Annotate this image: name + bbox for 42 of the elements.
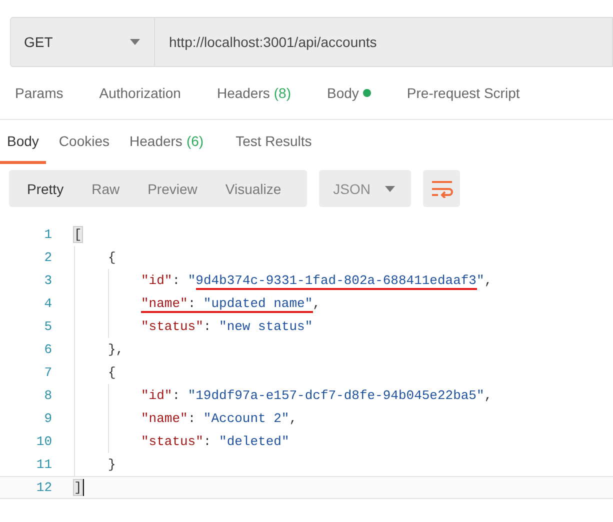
request-tab[interactable]: Authorization [99, 85, 181, 101]
line-number: 4 [43, 296, 52, 311]
line-number: 12 [35, 480, 52, 495]
code-line: "id": "19ddf97a-e157-dcf7-d8fe-94b045e22ba5", [141, 388, 492, 403]
caret-icon [130, 39, 140, 45]
code-line: "name": "Account 2", [141, 411, 298, 426]
wrap-lines-icon [430, 180, 453, 198]
line-number: 3 [43, 273, 52, 288]
line-number: 1 [43, 227, 52, 242]
request-tab[interactable]: Headers (8) [216, 85, 291, 101]
line-number: 6 [43, 342, 52, 357]
response-tab[interactable]: Test Results [228, 120, 319, 164]
code-line: { [108, 365, 116, 380]
code-line: "id": "9d4b374c-9331-1fad-802a-688411edaaf3", [141, 273, 492, 288]
view-mode-tab[interactable]: Visualize [215, 170, 300, 207]
view-mode-tab[interactable]: Preview [138, 170, 216, 207]
line-number: 7 [43, 365, 52, 380]
line-number: 5 [43, 319, 52, 334]
line-number: 9 [43, 411, 52, 426]
code-line: } [108, 457, 116, 472]
response-tab[interactable]: Headers (6) [122, 120, 211, 164]
line-number: 11 [35, 457, 52, 472]
line-number: 8 [43, 388, 52, 403]
code-line: "status": "new status" [141, 319, 313, 334]
view-mode-tab[interactable]: Pretty [17, 170, 82, 207]
request-tab[interactable]: Params [15, 85, 64, 101]
caret-icon [385, 186, 396, 192]
url-field[interactable]: http://localhost:3001/api/accounts [154, 17, 613, 67]
response-tab[interactable]: Body [0, 120, 46, 164]
code-line: { [108, 250, 116, 265]
request-tab[interactable]: Body [327, 85, 371, 101]
wrap-lines-button[interactable] [423, 170, 460, 207]
request-tab[interactable]: Pre-request Script [406, 85, 520, 101]
line-number: 2 [43, 250, 52, 265]
code-line: }, [108, 342, 124, 357]
method-dropdown[interactable]: GET [10, 17, 154, 67]
code-line: "name": "updated name", [141, 296, 320, 311]
response-tab[interactable]: Cookies [52, 120, 117, 164]
format-dropdown[interactable]: JSON [319, 170, 412, 207]
view-mode-tab[interactable]: Raw [82, 170, 138, 207]
line-number: 10 [35, 434, 52, 449]
code-line: "status": "deleted" [141, 434, 290, 449]
